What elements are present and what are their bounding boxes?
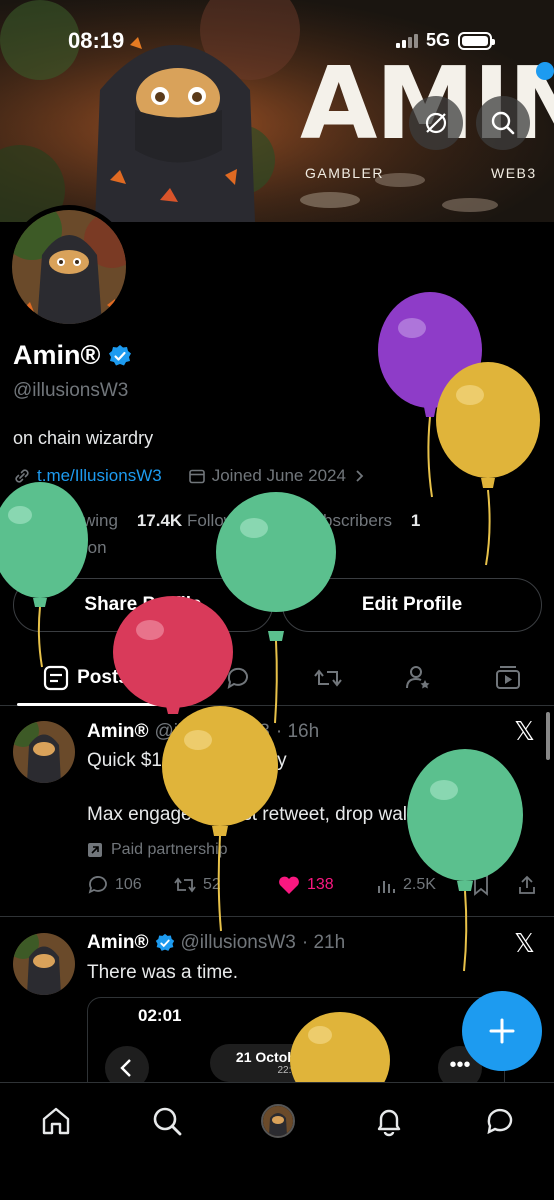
post-author-handle[interactable]: @illusionsW3 (181, 932, 296, 954)
chevron-right-icon[interactable] (352, 469, 366, 483)
tab-highlights[interactable] (398, 660, 438, 696)
x-logo-icon: 𝕏 (514, 929, 535, 959)
profile-name-text: Amin® (13, 340, 101, 370)
profile-avatar[interactable] (7, 205, 131, 329)
avatar-image (263, 1106, 293, 1136)
signal-icon (396, 33, 418, 48)
balloon-purple (378, 292, 482, 498)
reply-icon (227, 667, 248, 690)
post-time: · 16h (275, 721, 320, 742)
avatar-image (13, 933, 75, 995)
calendar-icon (188, 469, 205, 484)
repost-icon (314, 669, 342, 687)
profile-joined: Joined June 2024 (211, 466, 346, 485)
views-icon (378, 881, 395, 893)
post-text-line: Quick $10 sol giveaway (87, 750, 287, 771)
post-text: There was a time. (87, 962, 238, 983)
nav-avatar (261, 1104, 295, 1138)
post-item[interactable]: Amin® @illusionsW3 · 16h 𝕏 Quick $10 sol… (0, 707, 554, 915)
battery-icon (458, 31, 496, 50)
post-author-handle[interactable]: @illusionsW3 (155, 721, 270, 743)
profile-tabs: Posts (0, 650, 554, 706)
following-stat[interactable]: 965 Following (13, 511, 118, 530)
plus-icon (489, 1018, 515, 1044)
home-icon (42, 1107, 70, 1135)
nav-messages[interactable] (480, 1101, 520, 1141)
embed-date-pill: 21 October 2025 22:46 (210, 1044, 370, 1082)
avatar-image (13, 721, 75, 783)
post-text-line: Max engage my last retweet, drop wallets… (87, 804, 480, 825)
status-time: 08:19 (68, 28, 125, 53)
x-logo-icon: 𝕏 (514, 717, 535, 747)
network-type: 5G (426, 30, 451, 50)
avatar-image (12, 210, 126, 324)
reply-icon (88, 876, 107, 894)
edit-profile-button[interactable]: Edit Profile (282, 578, 542, 632)
verified-badge-icon[interactable] (108, 344, 132, 368)
messages-icon (487, 1108, 513, 1135)
post-avatar[interactable] (13, 721, 75, 783)
grok-icon (425, 112, 447, 134)
search-button[interactable] (476, 96, 530, 150)
banner-verified-icon (536, 62, 554, 80)
active-tab-indicator (17, 703, 175, 706)
profile-name: Amin® (13, 340, 132, 371)
repost-icon (174, 877, 196, 893)
nav-profile[interactable] (258, 1101, 298, 1141)
profile-meta: t.me/IllusionsW3 Joined June 2024 (13, 466, 366, 486)
link-icon (15, 469, 29, 483)
person-star-icon (406, 666, 430, 689)
post-text: Quick $10 sol giveaway Max engage my las… (87, 747, 480, 828)
nav-home[interactable] (36, 1101, 76, 1141)
search-icon (491, 111, 515, 135)
paid-icon (88, 843, 102, 857)
post-header: Amin® @illusionsW3 · 21h (87, 932, 345, 954)
search-icon (153, 1107, 182, 1136)
bottom-navigation (0, 1082, 554, 1200)
banner-tag-gambler: GAMBLER (305, 165, 384, 181)
bookmark-icon (474, 875, 488, 896)
paid-partnership-label: Paid partnership (87, 841, 228, 859)
nav-search[interactable] (147, 1101, 187, 1141)
post-time: · 21h (301, 932, 346, 953)
profile-handle: @illusionsW3 (13, 380, 129, 401)
reply-button[interactable]: 106 (87, 874, 142, 896)
like-button[interactable]: 138 (277, 874, 334, 896)
views-button[interactable]: 2.5K (375, 874, 436, 896)
heart-icon (279, 876, 299, 894)
verified-badge-icon (155, 933, 174, 951)
profile-bio: on chain wizardry (13, 428, 154, 448)
bookmark-button[interactable] (471, 874, 491, 896)
share-profile-button[interactable]: Share Profile (13, 578, 273, 632)
tab-media[interactable] (488, 660, 528, 696)
compose-button[interactable] (462, 991, 542, 1071)
post-actions: 106 52 138 2.5K (87, 874, 542, 900)
post-avatar[interactable] (13, 933, 75, 995)
profile-link[interactable]: t.me/IllusionsW3 (37, 466, 162, 486)
post-author-name[interactable]: Amin® (87, 932, 149, 954)
followers-stat[interactable]: 17.4K Followers (137, 511, 260, 530)
share-icon (519, 875, 535, 894)
posts-icon (44, 665, 69, 691)
tab-posts-label: Posts (77, 667, 129, 688)
post-author-name[interactable]: Amin® (87, 721, 149, 743)
tab-posts[interactable]: Posts (17, 660, 177, 696)
nav-notifications[interactable] (369, 1101, 409, 1141)
share-button[interactable] (517, 874, 537, 896)
post-header: Amin® @illusionsW3 · 16h (87, 721, 319, 743)
banner-tag-web3: WEB3 (491, 165, 537, 181)
repost-button[interactable]: 52 (173, 874, 221, 896)
grok-button[interactable] (409, 96, 463, 150)
tab-reposts[interactable] (308, 660, 348, 696)
tab-replies[interactable] (218, 660, 258, 696)
subscribers-stat[interactable]: 39 Subscribers (279, 511, 392, 530)
status-indicators: 5G (396, 30, 496, 51)
chevron-down-icon (138, 675, 150, 683)
scrollbar[interactable] (546, 712, 550, 760)
embed-status-time: 02:01 (138, 1006, 182, 1025)
bell-icon (377, 1109, 401, 1137)
profile-stats: 965 Following 17.4K Followers 39 Subscri… (13, 507, 453, 561)
video-icon (496, 666, 520, 689)
